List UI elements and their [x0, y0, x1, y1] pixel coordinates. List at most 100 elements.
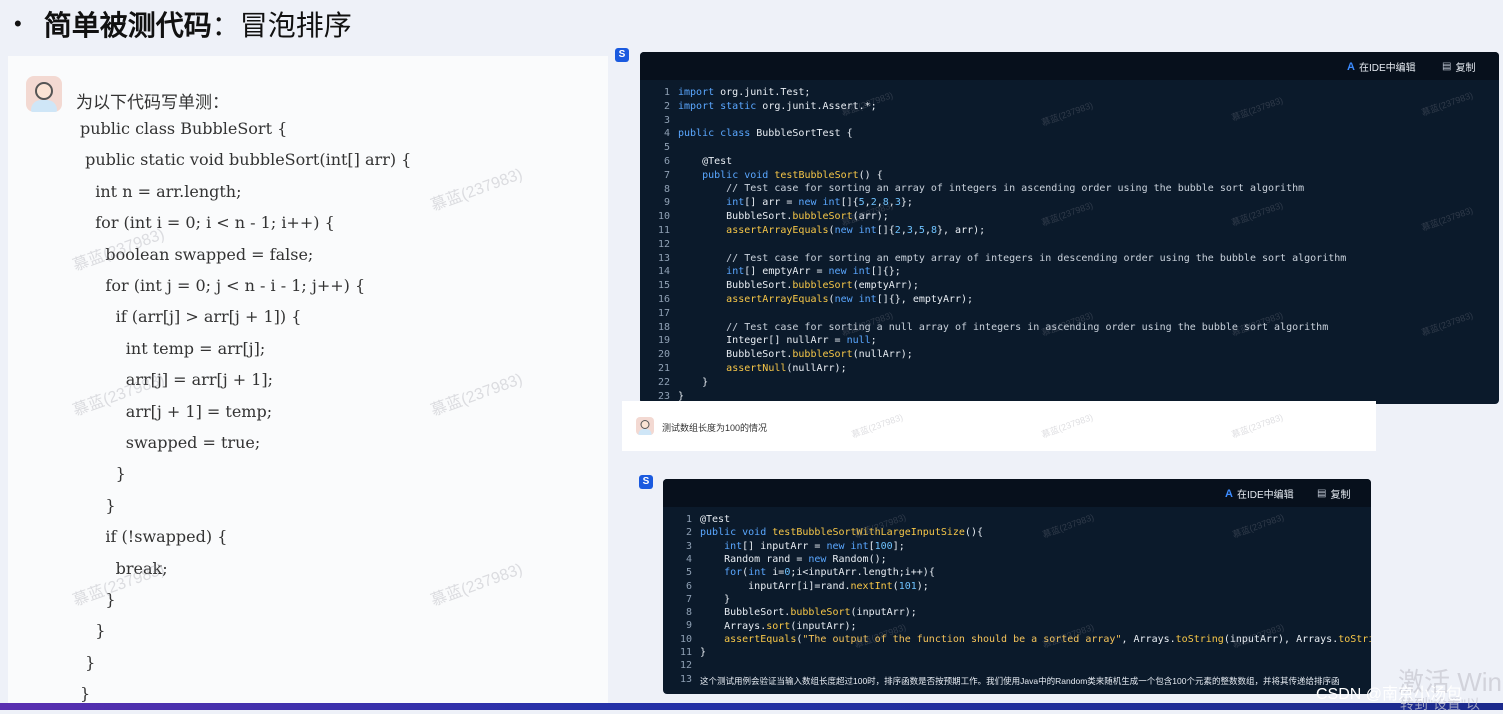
- line-number: 1: [685, 514, 692, 525]
- line-number: 13: [679, 673, 692, 685]
- line-number: 10: [679, 633, 692, 645]
- watermark: 慕蓝(237983): [1040, 412, 1095, 440]
- line-number: 1: [663, 87, 670, 98]
- code-line: @Test: [678, 156, 733, 167]
- line-number: 6: [663, 156, 670, 167]
- line-number: 23: [657, 390, 670, 402]
- code-line: arr[j] = arr[j + 1];: [80, 370, 274, 390]
- description-text: 这个测试用例会验证当输入数组长度超过100时，排序函数是否按预期工作。我们使用J…: [700, 676, 1340, 686]
- copy-icon: ▤: [1442, 61, 1452, 72]
- code-line: assertArrayEquals(new int[]{2,3,5,8}, ar…: [726, 225, 986, 236]
- code-line: BubbleSort.bubbleSort(emptyArr);: [678, 280, 919, 291]
- code-line: for (int j = 0; j < n - i - 1; j++) {: [80, 276, 366, 295]
- code-line: int temp = arr[j];: [80, 338, 266, 358]
- line-number: 7: [663, 169, 670, 181]
- code-line: import org.junit.Test;: [678, 87, 811, 98]
- watermark: 慕蓝(237983): [850, 412, 905, 440]
- code-line: Integer[] nullArr = null;: [678, 335, 877, 346]
- user-message: 测试数组长度为100的情况 慕蓝(237983) 慕蓝(237983) 慕蓝(2…: [622, 401, 1376, 451]
- line-number: 13: [657, 252, 670, 264]
- csdn-watermark: CSDN @南京小汤包: [1316, 686, 1463, 703]
- line-number: 12: [679, 660, 692, 672]
- line-number: 2: [685, 527, 692, 539]
- code-line: int[] emptyArr = new int[]{};: [726, 266, 901, 277]
- watermark: 慕蓝(237983): [1420, 90, 1475, 118]
- code-line: for (int i = 0; i < n - 1; i++) {: [80, 213, 335, 233]
- left-chat-panel: 为以下代码写单测： public class BubbleSort { publ…: [8, 56, 608, 704]
- code-line: }: [80, 684, 91, 704]
- copy-button[interactable]: ▤ 复制: [1317, 486, 1350, 501]
- copy-icon: ▤: [1317, 488, 1327, 499]
- watermark: 慕蓝(237983): [1040, 100, 1095, 128]
- line-number: 4: [685, 553, 692, 565]
- line-number: 18: [657, 321, 670, 333]
- line-number: 5: [663, 142, 670, 154]
- copy-button[interactable]: ▤ 复制: [1442, 59, 1475, 74]
- code-line: BubbleSort.bubbleSort(nullArr);: [678, 349, 913, 360]
- line-number: 14: [657, 266, 670, 278]
- user-message-text: 测试数组长度为100的情况: [662, 423, 768, 433]
- code-line: int n = arr.length;: [80, 181, 242, 201]
- editor-toolbar: A 在IDE中编辑 ▤ 复制: [640, 52, 1499, 80]
- code-line: }: [80, 652, 96, 672]
- code-line: public class BubbleSort {: [80, 119, 288, 138]
- code-line: Random rand = new Random();: [700, 554, 887, 565]
- edit-in-ide-label: 在IDE中编辑: [1358, 63, 1416, 74]
- editor-toolbar: A 在IDE中编辑 ▤ 复制: [663, 479, 1371, 507]
- watermark: 慕蓝(237983): [1420, 310, 1475, 338]
- watermark: 慕蓝(237983): [1420, 205, 1475, 233]
- line-number: 10: [657, 211, 670, 223]
- line-number: 20: [657, 349, 670, 361]
- bullet: •: [14, 11, 22, 36]
- line-number: 3: [663, 114, 670, 126]
- code-line: Arrays.sort(inputArr);: [700, 621, 857, 632]
- prompt-text: 为以下代码写单测：: [76, 93, 229, 112]
- slide-title-rest: ：冒泡排序: [211, 10, 352, 41]
- code-line: }: [80, 621, 106, 641]
- code-line: arr[j + 1] = temp;: [80, 401, 273, 421]
- watermark: 慕蓝(237983): [428, 560, 525, 610]
- code-line: // Test case for sorting an array of int…: [678, 183, 1305, 194]
- edit-in-ide-button[interactable]: A 在IDE中编辑: [1225, 486, 1294, 502]
- code-line: assertArrayEquals(new int[]{}, emptyArr)…: [726, 294, 974, 305]
- code-line: // Test case for sorting an empty array …: [678, 253, 1347, 264]
- code-line: }: [80, 590, 116, 609]
- code-line: BubbleSort.bubbleSort(inputArr);: [700, 607, 917, 618]
- code-line: if (arr[j] > arr[j + 1]) {: [80, 307, 302, 327]
- watermark: 慕蓝(237983): [1230, 412, 1285, 440]
- edit-in-ide-button[interactable]: A 在IDE中编辑: [1347, 59, 1416, 75]
- line-number: 8: [685, 607, 692, 619]
- code-editor-2: A 在IDE中编辑 ▤ 复制 1 2 3 4 5 6 7 8 9 10 11 12 13 @Test p…: [663, 479, 1371, 694]
- code-line: }: [678, 377, 709, 388]
- assistant-logo-icon: S: [639, 475, 653, 489]
- user-avatar: [636, 417, 654, 435]
- code-line: public static void bubbleSort(int[] arr)…: [80, 150, 412, 170]
- copy-label: 复制: [1455, 63, 1476, 74]
- line-number: 2: [663, 100, 670, 112]
- line-number: 4: [663, 128, 670, 140]
- line-number: 16: [657, 294, 670, 305]
- code-line: public class BubbleSortTest {: [678, 128, 853, 139]
- code-line: assertNull(nullArr);: [726, 363, 847, 374]
- code-line: break;: [80, 558, 168, 578]
- code-line: int[] inputArr = new int[100];: [724, 541, 905, 552]
- code-editor-1: A 在IDE中编辑 ▤ 复制 1 2 3 4 5 6 7 8 9 10 11 12 13 14 15 16 17…: [640, 52, 1499, 404]
- code-line: if (!swapped) {: [80, 527, 228, 547]
- line-number: 9: [685, 620, 692, 632]
- copy-label: 复制: [1330, 490, 1351, 501]
- watermark: 慕蓝(237983): [1230, 95, 1285, 123]
- watermark: 慕蓝(237983): [428, 370, 525, 420]
- edit-in-ide-label: 在IDE中编辑: [1236, 490, 1294, 501]
- line-number: 19: [657, 335, 670, 347]
- line-number: 6: [685, 580, 692, 592]
- code-line: public void testBubbleSortWithLargeInput…: [700, 527, 983, 538]
- slide-title: • 简单被测代码 ：冒泡排序: [14, 4, 352, 44]
- line-number: 3: [685, 540, 692, 552]
- code-line: BubbleSort.bubbleSort(arr);: [678, 211, 889, 222]
- watermark: 慕蓝(237983): [1231, 512, 1286, 540]
- code-line: // Test case for sorting a null array of…: [678, 322, 1329, 333]
- line-number: 21: [657, 363, 670, 374]
- line-number: 22: [657, 376, 670, 388]
- assistant-logo-icon: S: [615, 48, 629, 62]
- code-line: }: [700, 647, 707, 658]
